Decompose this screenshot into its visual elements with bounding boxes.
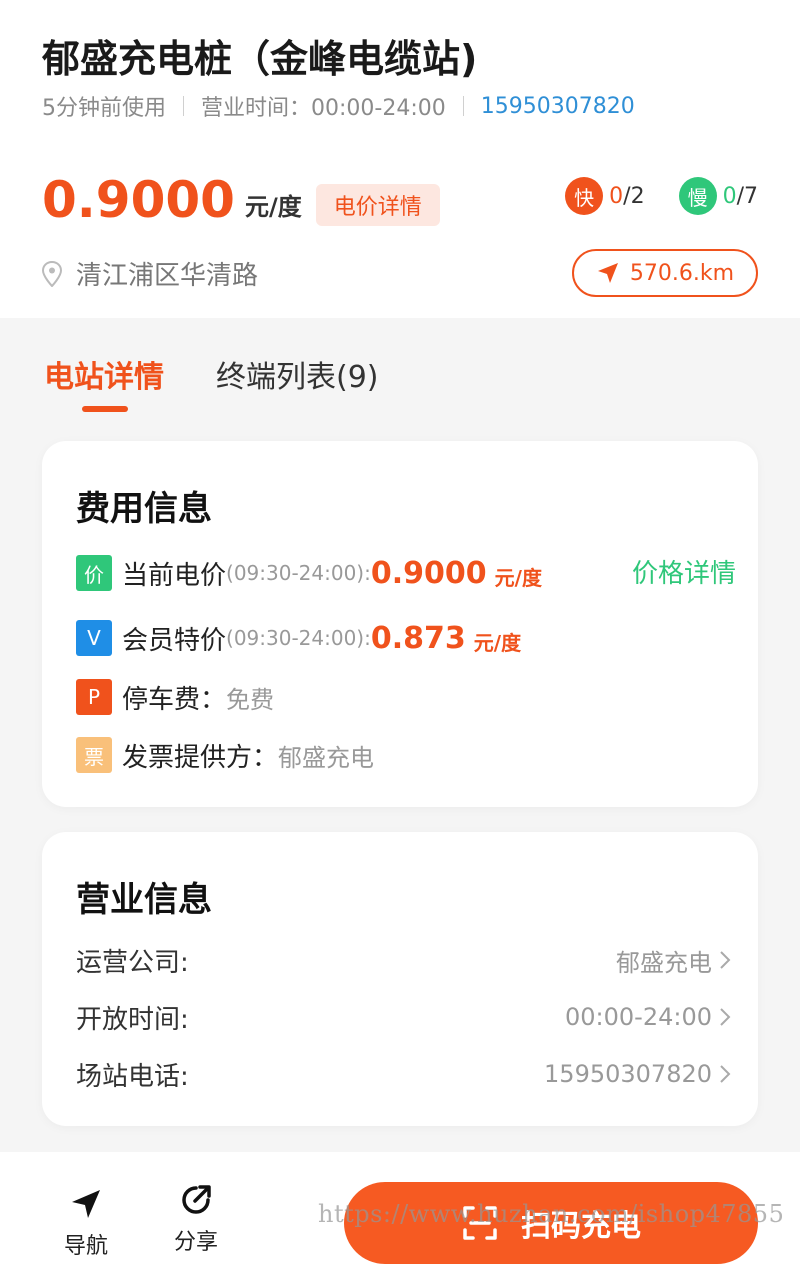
business-label: 运营公司: xyxy=(76,947,189,978)
slow-pile-icon: 慢 xyxy=(678,177,717,215)
fee-label: 会员特价 xyxy=(122,625,227,656)
navigation-arrow-icon xyxy=(597,263,618,283)
invoice-icon: 票 xyxy=(76,737,112,773)
business-info-card: 营业信息 运营公司: 郁盛充电 开放时间: 00:00-24:00 场站电话: … xyxy=(42,832,758,1126)
fee-info-card: 费用信息 价 当前电价 (09:30-24:00): 0.9000 元/度 价格… xyxy=(42,441,758,807)
business-info-title: 营业信息 xyxy=(76,880,212,920)
fee-label: 当前电价 xyxy=(122,560,227,591)
business-value-wrap: 15950307820 xyxy=(544,1060,732,1088)
station-meta: 5分钟前使用 营业时间：00:00-24:00 15950307820 xyxy=(42,90,635,122)
fee-value: 郁盛充电 xyxy=(278,743,375,772)
fee-row-member-price: V 会员特价 (09:30-24:00): 0.873 元/度 xyxy=(76,618,521,658)
pile-availability: 快 0 /2 慢 0 /7 xyxy=(531,177,758,215)
fee-price: 0.873 xyxy=(370,620,466,656)
chevron-right-icon xyxy=(720,951,731,969)
fast-pile-icon: 快 xyxy=(565,177,604,215)
current-price: 0.9000 xyxy=(42,171,235,229)
slow-available: 0 xyxy=(722,183,737,209)
tab-terminal-list[interactable]: 终端列表(9) xyxy=(216,352,379,396)
fee-label: 发票提供方： xyxy=(122,742,279,773)
chevron-right-icon xyxy=(720,1065,731,1083)
meta-divider xyxy=(183,96,184,116)
business-row-hours[interactable]: 开放时间: 00:00-24:00 xyxy=(76,997,732,1037)
location-pin-icon xyxy=(42,260,62,287)
price-details-link[interactable]: 价格详情 xyxy=(632,553,736,590)
business-hours-text: 营业时间：00:00-24:00 xyxy=(201,96,446,121)
station-title: 郁盛充电桩（金峰电缆站) xyxy=(42,37,478,81)
business-value: 郁盛充电 xyxy=(616,948,712,977)
fee-unit: 元/度 xyxy=(473,630,522,655)
business-value: 00:00-24:00 xyxy=(565,1003,712,1031)
business-row-phone[interactable]: 场站电话: 15950307820 xyxy=(76,1054,732,1094)
active-tab-indicator xyxy=(82,406,128,412)
business-label: 场站电话: xyxy=(76,1061,189,1092)
share-icon xyxy=(182,1185,211,1214)
navigate-label: 导航 xyxy=(64,1234,109,1259)
fee-value: 免费 xyxy=(226,685,275,714)
fee-row-current-price: 价 当前电价 (09:30-24:00): 0.9000 元/度 xyxy=(76,553,542,593)
station-address: 清江浦区华清路 xyxy=(76,261,259,291)
fee-time-range: (09:30-24:00): xyxy=(226,561,371,585)
chevron-right-icon xyxy=(720,1008,731,1026)
fee-time-range: (09:30-24:00): xyxy=(226,626,371,650)
share-label: 分享 xyxy=(174,1230,219,1255)
price-detail-button[interactable]: 电价详情 xyxy=(315,184,440,226)
share-button[interactable]: 分享 xyxy=(174,1182,218,1256)
address-row: 清江浦区华清路 xyxy=(42,255,258,292)
vip-icon: V xyxy=(76,620,112,656)
fee-row-parking: P 停车费： 免费 xyxy=(76,677,274,717)
distance-text: 570.6.km xyxy=(629,260,735,286)
slow-total: /7 xyxy=(736,183,758,209)
fee-row-invoice: 票 发票提供方： 郁盛充电 xyxy=(76,735,374,775)
business-value: 15950307820 xyxy=(544,1060,712,1088)
station-header: 郁盛充电桩（金峰电缆站) 5分钟前使用 营业时间：00:00-24:00 159… xyxy=(0,0,800,318)
detail-tabs: 电站详情 终端列表(9) xyxy=(0,320,800,420)
price-tag-icon: 价 xyxy=(76,555,112,591)
business-value-wrap: 郁盛充电 xyxy=(616,943,732,978)
price-unit: 元/度 xyxy=(244,193,302,221)
fee-unit: 元/度 xyxy=(494,565,542,590)
price-row: 0.9000 元/度 电价详情 xyxy=(42,168,440,228)
fast-available: 0 xyxy=(609,183,624,209)
fast-pile-status: 快 0 /2 xyxy=(565,177,645,215)
slow-pile-status: 慢 0 /7 xyxy=(678,177,758,215)
tab-station-details[interactable]: 电站详情 xyxy=(44,352,164,396)
fee-price: 0.9000 xyxy=(370,555,487,591)
fee-label: 停车费： xyxy=(122,684,227,715)
fast-total: /2 xyxy=(623,183,645,209)
station-phone-link[interactable]: 15950307820 xyxy=(481,94,635,119)
fee-info-title: 费用信息 xyxy=(76,489,212,529)
navigation-arrow-icon xyxy=(72,1190,100,1218)
parking-icon: P xyxy=(76,679,112,715)
meta-divider xyxy=(462,96,464,116)
navigate-button[interactable]: 导航 xyxy=(64,1186,108,1260)
business-value-wrap: 00:00-24:00 xyxy=(565,1003,732,1031)
last-used-text: 5分钟前使用 xyxy=(42,96,166,121)
distance-navigate-button[interactable]: 570.6.km xyxy=(572,249,758,297)
watermark-text: https://www.huzhan.com/ishop47855 xyxy=(318,1200,785,1228)
business-label: 开放时间: xyxy=(76,1004,189,1035)
business-row-operator[interactable]: 运营公司: 郁盛充电 xyxy=(76,940,732,980)
